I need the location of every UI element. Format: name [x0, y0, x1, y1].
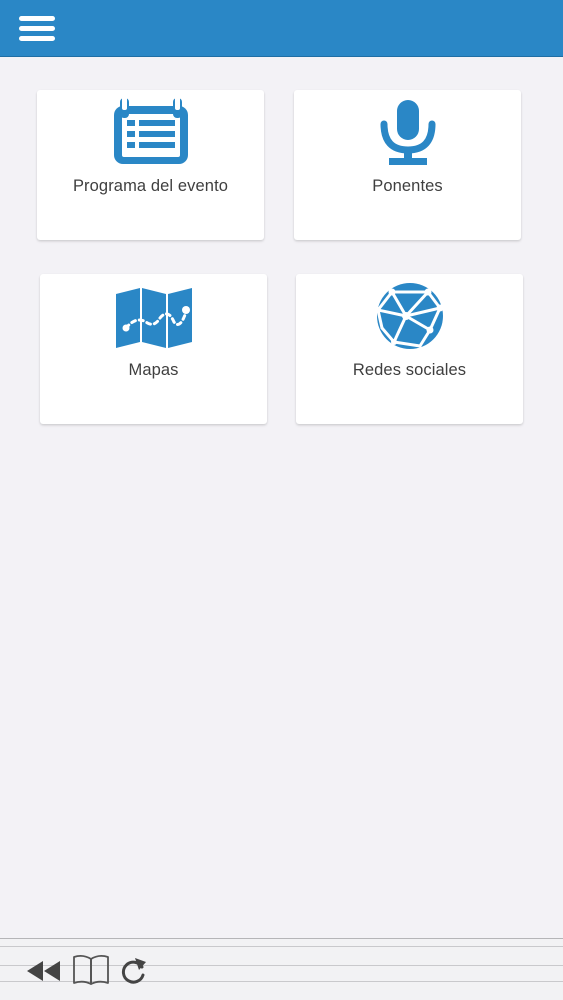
tile-ponentes[interactable]: Ponentes — [294, 90, 521, 240]
microphone-icon — [380, 100, 435, 165]
tile-label: Mapas — [128, 361, 179, 379]
tile-redes-sociales[interactable]: Redes sociales — [296, 274, 523, 424]
tile-label: Programa del evento — [72, 177, 229, 195]
tile-mapas[interactable]: Mapas — [40, 274, 267, 424]
toolbar-divider — [0, 946, 563, 947]
map-icon — [115, 288, 192, 348]
tile-label: Ponentes — [372, 177, 443, 195]
rewind-icon[interactable] — [26, 959, 62, 983]
network-globe-icon — [374, 283, 443, 349]
app-header — [0, 0, 563, 57]
tile-label: Redes sociales — [352, 361, 467, 379]
browser-toolbar — [0, 938, 563, 1000]
reload-icon[interactable] — [118, 955, 148, 987]
hamburger-menu-icon[interactable] — [18, 13, 58, 45]
calendar-icon — [113, 96, 188, 164]
tile-programa-del-evento[interactable]: Programa del evento — [37, 90, 264, 240]
open-book-icon[interactable] — [72, 953, 110, 987]
